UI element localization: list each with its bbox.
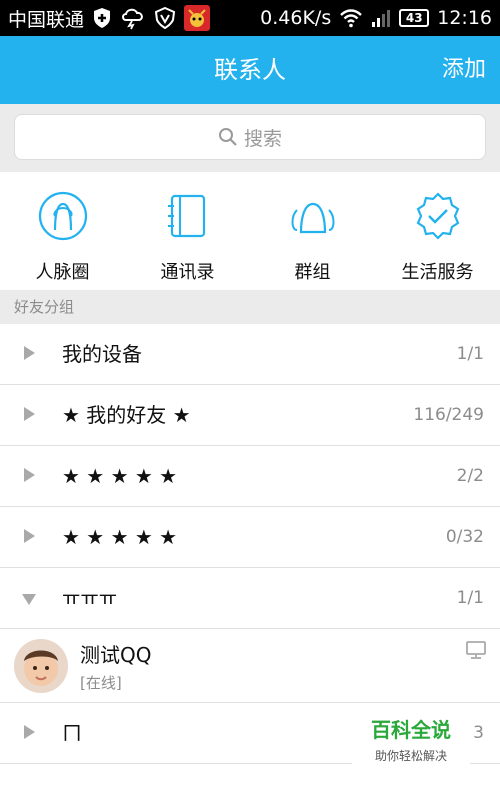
group-count: 2/2: [456, 466, 484, 486]
watermark-logo: 百科全说 助你轻松解决: [352, 704, 470, 764]
expand-arrow-icon: [24, 468, 35, 482]
shortcut-grid: 人脉圈 通讯录 群组 生活服务: [0, 172, 500, 290]
expand-arrow-icon: [24, 346, 35, 360]
computer-icon: [466, 641, 486, 663]
address-book-icon: [162, 190, 214, 242]
clock: 12:16: [437, 7, 492, 29]
status-bar: 中国联通 0.46K/s 43 12:16: [0, 0, 500, 36]
thunderstorm-icon: [120, 6, 146, 30]
search-icon: [218, 127, 238, 147]
page-title: 联系人: [214, 56, 286, 84]
shortcut-label: 通讯录: [160, 262, 215, 283]
shield-plus-icon: [92, 7, 112, 29]
shortcut-label: 人脉圈: [35, 262, 90, 283]
expand-arrow-icon: [24, 407, 35, 421]
net-speed: 0.46K/s: [260, 7, 332, 29]
add-button[interactable]: 添加: [442, 36, 486, 104]
friend-list-item[interactable]: 测试QQ [在线]: [0, 629, 500, 703]
group-icon: [287, 190, 339, 242]
shortcut-contacts-circle[interactable]: 人脉圈: [0, 190, 125, 284]
friend-name: 测试QQ: [80, 643, 152, 667]
group-count: 1/1: [456, 588, 484, 608]
shortcut-address-book[interactable]: 通讯录: [125, 190, 250, 284]
group-count: 1/1: [456, 344, 484, 364]
group-count: 0/32: [445, 527, 484, 547]
collapse-arrow-icon: [22, 594, 36, 605]
search-bar-area: 搜索: [0, 104, 500, 172]
group-name: ㄇ: [62, 721, 82, 745]
group-row-expanded[interactable]: ㅠㅠㅠ 1/1: [0, 568, 500, 629]
battery-icon: 43: [399, 9, 430, 27]
group-row[interactable]: ★ ★ ★ ★ ★ 0/32: [0, 507, 500, 568]
shortcut-group[interactable]: 群组: [250, 190, 375, 284]
group-row[interactable]: ★ 我的好友 ★ 116/249: [0, 385, 500, 446]
group-name: 我的设备: [62, 342, 142, 366]
wifi-icon: [339, 8, 363, 28]
watermark-title: 百科全说: [371, 718, 451, 742]
title-bar: 联系人 添加: [0, 36, 500, 104]
search-input[interactable]: 搜索: [14, 114, 486, 160]
group-name: ㅠㅠㅠ: [62, 586, 118, 610]
service-badge-icon: [412, 190, 464, 242]
group-count: 3: [473, 723, 484, 743]
section-header-friend-groups: 好友分组: [0, 290, 500, 324]
group-name: ★ ★ ★ ★ ★: [62, 464, 178, 488]
signal-icon: [371, 8, 391, 28]
contacts-circle-icon: [37, 190, 89, 242]
shortcut-label: 生活服务: [401, 262, 474, 283]
app-mascot-icon: [184, 5, 211, 31]
avatar: [14, 639, 68, 693]
carrier-label: 中国联通: [8, 8, 85, 31]
watermark-subtitle: 助你轻松解决: [374, 749, 447, 763]
group-count: 116/249: [413, 405, 484, 425]
group-row[interactable]: ★ ★ ★ ★ ★ 2/2: [0, 446, 500, 507]
group-name: ★ 我的好友 ★: [62, 403, 191, 427]
expand-arrow-icon: [24, 725, 35, 739]
shortcut-life-service[interactable]: 生活服务: [375, 190, 500, 284]
expand-arrow-icon: [24, 529, 35, 543]
security-v-icon: [154, 7, 176, 29]
group-name: ★ ★ ★ ★ ★: [62, 525, 178, 549]
shortcut-label: 群组: [294, 262, 331, 283]
search-placeholder: 搜索: [243, 127, 282, 150]
group-row[interactable]: 我的设备 1/1: [0, 324, 500, 385]
friend-status: [在线]: [80, 674, 122, 692]
